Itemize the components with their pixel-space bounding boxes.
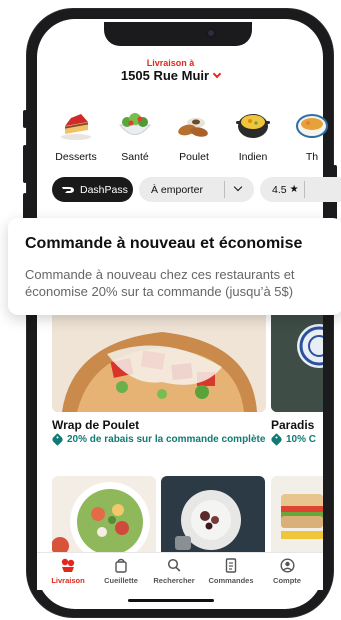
- restaurant-name[interactable]: Paradis: [271, 418, 314, 432]
- nav-compte[interactable]: Compte: [260, 558, 314, 585]
- nav-label: Compte: [273, 576, 301, 585]
- nav-label: Cueillette: [104, 576, 138, 585]
- nav-label: Commandes: [208, 576, 254, 585]
- notch: [104, 22, 252, 46]
- category-label: Poulet: [179, 151, 209, 163]
- home-indicator[interactable]: [128, 599, 214, 602]
- nav-commandes[interactable]: Commandes: [204, 558, 258, 585]
- category-poulet[interactable]: Poulet: [166, 108, 222, 163]
- pickup-filter-chip[interactable]: À emporter: [139, 177, 254, 202]
- restaurant-image-sandwich[interactable]: [271, 476, 323, 552]
- search-icon: [167, 558, 181, 572]
- dashpass-filter-chip[interactable]: DashPass: [52, 177, 133, 202]
- chicken-icon: [175, 108, 213, 142]
- category-sante[interactable]: Santé: [107, 108, 163, 163]
- reorder-promo-card[interactable]: Commande à nouveau et économise Commande…: [8, 218, 341, 315]
- restaurant-image-wrap-de-poulet[interactable]: [52, 312, 266, 412]
- chip-divider: [224, 181, 225, 198]
- camera-dot: [206, 28, 216, 38]
- nav-cueillette[interactable]: Cueillette: [94, 558, 148, 585]
- promo-body: Commande à nouveau chez ces restaurants …: [25, 267, 295, 299]
- chevron-down-icon: [233, 182, 243, 192]
- nav-rechercher[interactable]: Rechercher: [147, 558, 201, 585]
- nav-label: Rechercher: [153, 576, 195, 585]
- chip-label: DashPass: [80, 183, 128, 196]
- category-indien[interactable]: Indien: [225, 108, 281, 163]
- dashpass-icon: [62, 186, 74, 193]
- tag-icon: [270, 433, 283, 446]
- bottom-navigation: Livraison Cueillette Rechercher Commande…: [37, 552, 323, 590]
- restaurant-image-paradis[interactable]: [271, 312, 323, 412]
- cake-icon: [57, 108, 95, 142]
- nav-livraison[interactable]: Livraison: [41, 558, 95, 585]
- address-text: 1505 Rue Muir: [120, 68, 210, 83]
- deal-text: 20% de rabais sur la commande complète: [67, 434, 266, 445]
- deal-text: 10% C: [286, 434, 317, 445]
- restaurant-name[interactable]: Wrap de Poulet: [52, 418, 139, 432]
- restaurant-image-dessert-plate[interactable]: [161, 476, 265, 552]
- mute-switch: [23, 110, 27, 128]
- bag-icon: [115, 558, 127, 573]
- volume-up-button: [23, 145, 27, 183]
- restaurant-deal: 10% C: [270, 433, 317, 446]
- delivery-icon: [61, 558, 75, 572]
- category-label: Santé: [121, 151, 149, 163]
- account-icon: [279, 558, 295, 573]
- category-label: Indien: [238, 151, 268, 163]
- salad-icon: [116, 108, 154, 142]
- star-icon: ★: [289, 184, 299, 195]
- page: Livraison à 1505 Rue Muir Desserts Santé…: [0, 0, 341, 620]
- category-carousel[interactable]: Desserts Santé Poulet Indien Th: [48, 108, 338, 168]
- chip-divider: [304, 181, 305, 198]
- curry-pot-icon: [234, 108, 272, 142]
- chevron-down-icon: [212, 69, 222, 79]
- delivery-to-label: Livraison à: [146, 58, 195, 68]
- category-label: Desserts: [55, 151, 97, 163]
- restaurant-image-salad-bowl[interactable]: [52, 476, 156, 552]
- nav-label: Livraison: [51, 576, 85, 585]
- rating-filter-chip[interactable]: 4.5 ★: [260, 177, 341, 202]
- restaurant-deal: 20% de rabais sur la commande complète: [51, 433, 266, 446]
- receipt-icon: [225, 558, 237, 573]
- category-label: Th: [305, 151, 319, 163]
- thai-bowl-icon: [293, 108, 331, 142]
- category-desserts[interactable]: Desserts: [48, 108, 104, 163]
- promo-title: Commande à nouveau et économise: [25, 235, 303, 252]
- chip-label: À emporter: [151, 183, 203, 196]
- category-thai[interactable]: Th: [284, 108, 340, 163]
- address-selector[interactable]: 1505 Rue Muir: [0, 68, 341, 83]
- tag-icon: [51, 433, 64, 446]
- chip-label: 4.5: [272, 183, 287, 196]
